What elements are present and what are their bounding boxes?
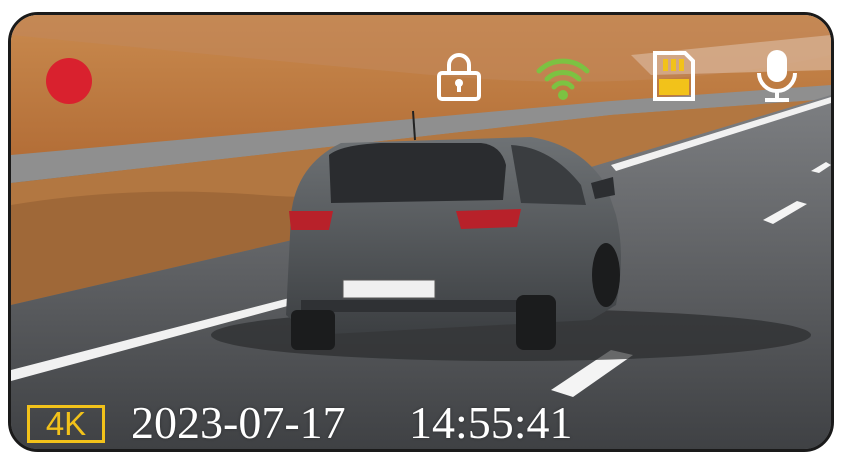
date-stamp: 2023-07-17: [131, 397, 346, 448]
lock-icon: [431, 47, 487, 103]
microphone-icon: [749, 47, 805, 103]
wifi-icon: [535, 47, 591, 103]
resolution-badge: 4K: [27, 405, 105, 443]
sd-card-icon: [645, 47, 701, 103]
record-dot-icon: [46, 58, 92, 104]
road-scene-image: [11, 15, 831, 449]
dashcam-screen: 4K 2023-07-17 14:55:41: [8, 12, 834, 452]
time-stamp: 14:55:41: [409, 397, 573, 448]
